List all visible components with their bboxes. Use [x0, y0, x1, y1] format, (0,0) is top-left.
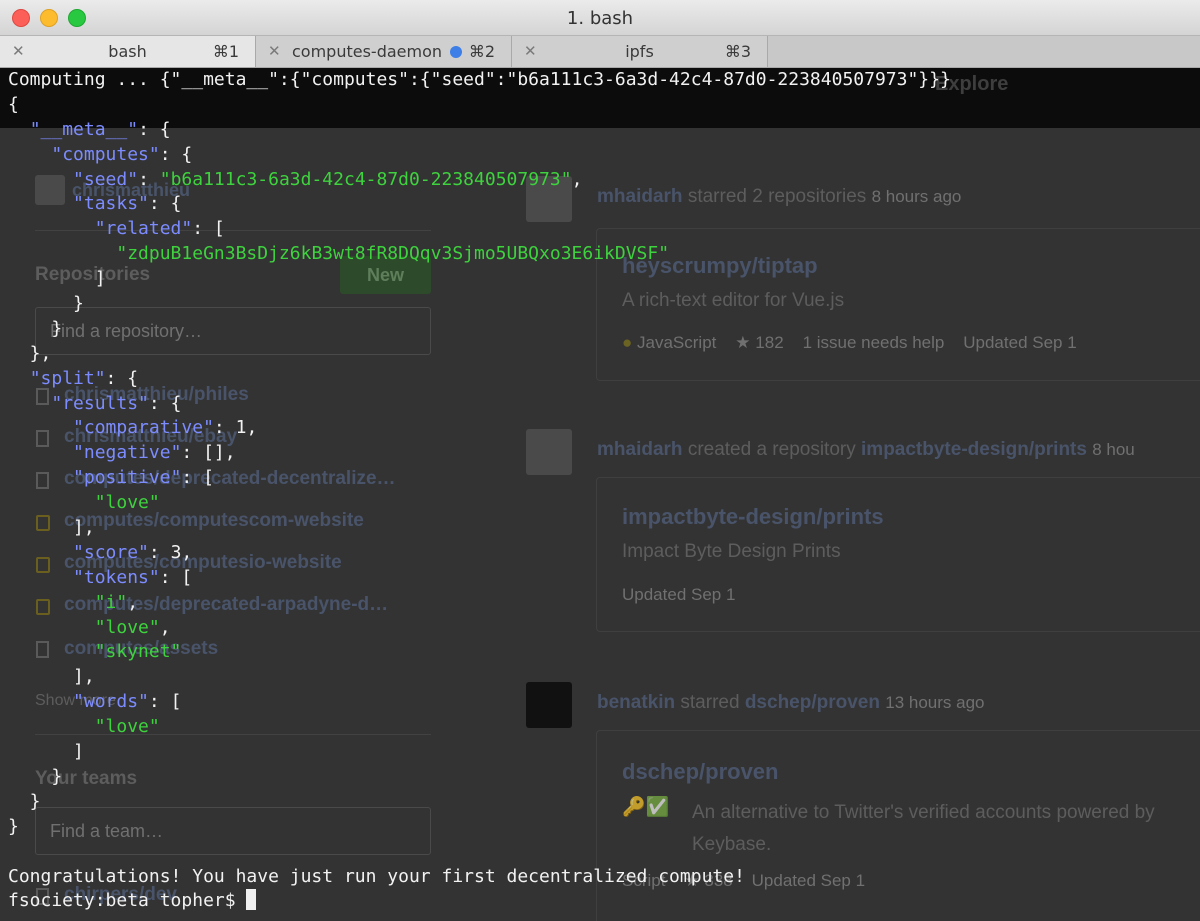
tab-ipfs[interactable]: ✕ ipfs ⌘3: [512, 36, 768, 67]
terminal-window: 1. bash ✕ bash ⌘1 ✕ computes-daemon ⌘2 ✕…: [0, 0, 1200, 921]
title-bar: 1. bash: [0, 0, 1200, 36]
terminal-line: "computes": {: [51, 143, 193, 165]
terminal-line: "related": [: [94, 218, 225, 240]
terminal-line: Congratulations! You have just run your …: [8, 865, 745, 887]
terminal-line: "words": [: [73, 691, 182, 713]
terminal-line: "__meta__": {: [29, 118, 171, 140]
terminal-line: "split": {: [29, 367, 139, 389]
cursor-icon: [246, 889, 257, 911]
terminal-line: "skynet": [94, 641, 182, 663]
terminal-line: "negative": [],: [73, 442, 236, 464]
terminal-line: }: [8, 293, 84, 315]
terminal-line: }: [8, 317, 63, 339]
terminal-line: "i",: [94, 591, 139, 613]
terminal-line: },: [8, 342, 52, 364]
tab-computes-daemon[interactable]: ✕ computes-daemon ⌘2: [256, 36, 512, 67]
terminal-line: }: [8, 765, 63, 787]
terminal-line: ]: [8, 268, 106, 290]
terminal-line: }: [8, 815, 19, 837]
terminal-line: {: [8, 93, 19, 115]
terminal-line: ]: [8, 741, 84, 763]
terminal-line: fsociety:beta topher$: [0, 889, 1200, 914]
tab-shortcut: ⌘3: [724, 42, 751, 61]
terminal-line: }: [8, 790, 41, 812]
terminal-line: "zdpuB1eGn3BsDjz6kB3wt8fR8DQqv3Sjmo5UBQx…: [116, 243, 670, 265]
terminal-line: "love",: [94, 616, 171, 638]
tab-bar-empty-space: [768, 36, 1200, 67]
terminal-line: "seed": "b6a111c3-6a3d-42c4-87d0-2238405…: [73, 168, 583, 190]
terminal-line: "tasks": {: [73, 193, 182, 215]
terminal-line: "comparative": 1,: [73, 417, 258, 439]
tab-shortcut: ⌘1: [212, 42, 239, 61]
terminal-line: "love": [94, 492, 160, 514]
tab-bash[interactable]: ✕ bash ⌘1: [0, 36, 256, 67]
tab-bar: ✕ bash ⌘1 ✕ computes-daemon ⌘2 ✕ ipfs ⌘3: [0, 36, 1200, 68]
terminal-line: Computing ... {"__meta__":{"computes":{"…: [8, 69, 951, 90]
terminal-output[interactable]: Computing ... {"__meta__":{"computes":{"…: [0, 68, 1200, 921]
terminal-line: "positive": [: [73, 467, 214, 489]
terminal-line: ],: [8, 517, 95, 539]
terminal-line: "results": {: [51, 392, 182, 414]
terminal-line: "love": [94, 716, 160, 738]
terminal-line: "score": 3,: [73, 541, 193, 563]
window-title: 1. bash: [566, 8, 634, 29]
activity-indicator-icon: [450, 46, 462, 58]
terminal-line: ],: [8, 666, 95, 688]
close-tab-icon[interactable]: ✕: [268, 42, 281, 60]
terminal-line: "tokens": [: [73, 566, 193, 588]
tab-shortcut: ⌘2: [468, 42, 495, 61]
